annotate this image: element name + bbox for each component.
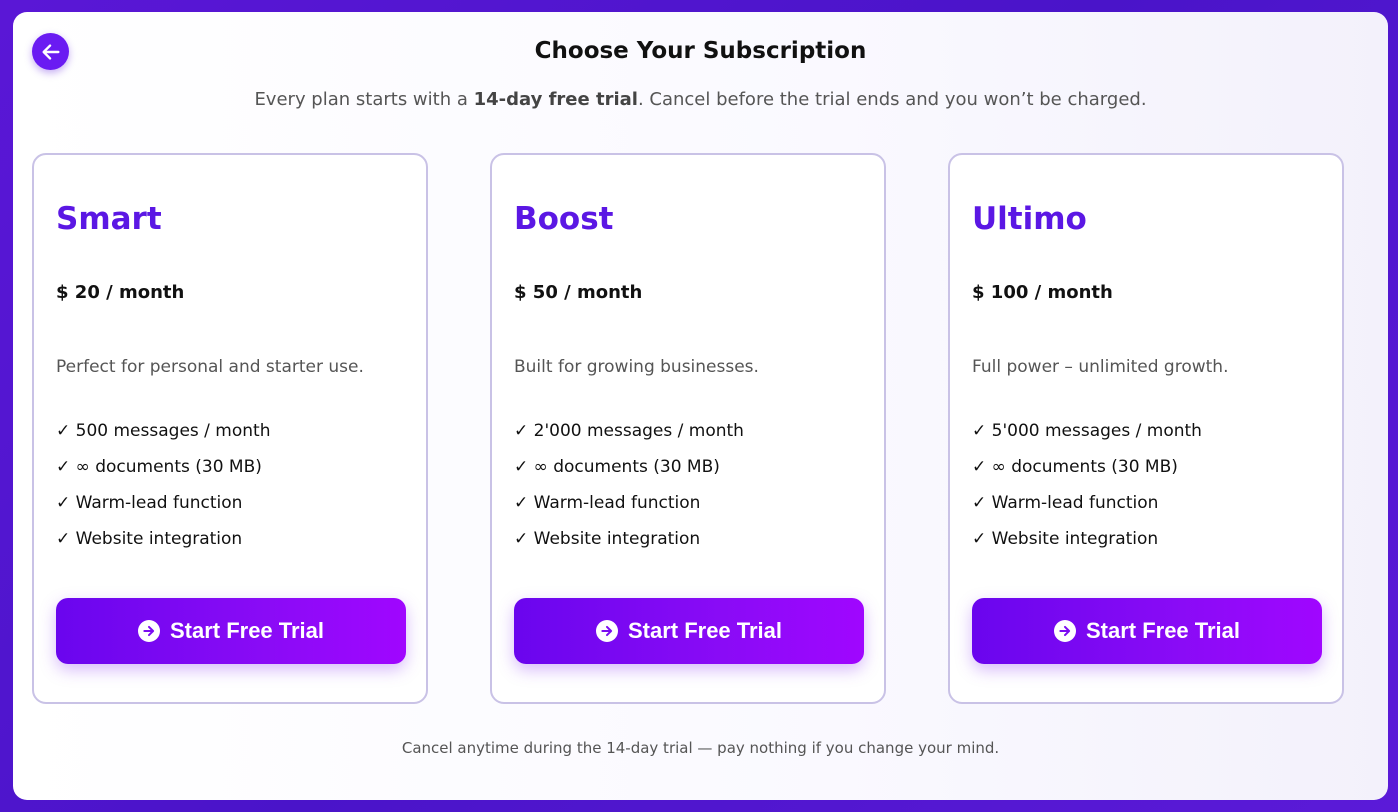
subtitle-text-end: . Cancel before the trial ends and you w… <box>637 89 1147 110</box>
feature-item: ✓ Warm-lead function <box>56 493 243 513</box>
plan-card-ultimo: Ultimo $ 100 / month Full power – unlimi… <box>948 153 1344 704</box>
plan-features: ✓ 500 messages / month ✓ ∞ documents (30… <box>56 420 270 564</box>
plan-description: Perfect for personal and starter use. <box>56 357 364 377</box>
arrow-right-circle-icon <box>595 620 618 642</box>
plan-card-smart: Smart $ 20 / month Perfect for personal … <box>32 153 428 704</box>
plan-description: Built for growing businesses. <box>514 357 759 377</box>
feature-item: ✓ Website integration <box>514 529 701 549</box>
feature-item: ✓ ∞ documents (30 MB) <box>972 457 1178 477</box>
plan-name: Boost <box>514 201 614 237</box>
feature-item: ✓ ∞ documents (30 MB) <box>514 457 720 477</box>
plan-price: $ 50 / month <box>514 282 643 303</box>
plan-features: ✓ 2'000 messages / month ✓ ∞ documents (… <box>514 420 744 564</box>
start-free-trial-button[interactable]: Start Free Trial <box>972 598 1322 664</box>
feature-item: ✓ Warm-lead function <box>972 493 1159 513</box>
feature-item: ✓ 500 messages / month <box>56 421 271 441</box>
cta-label: Start Free Trial <box>169 618 325 643</box>
subtitle-text-start: Every plan starts with a <box>254 89 474 110</box>
cta-label: Start Free Trial <box>627 618 783 643</box>
arrow-right-circle-icon <box>1053 620 1076 642</box>
feature-item: ✓ ∞ documents (30 MB) <box>56 457 262 477</box>
plan-price: $ 100 / month <box>972 282 1113 303</box>
feature-item: ✓ Website integration <box>972 529 1159 549</box>
feature-item: ✓ 2'000 messages / month <box>514 421 744 441</box>
feature-item: ✓ 5'000 messages / month <box>972 421 1202 441</box>
footer-note: Cancel anytime during the 14-day trial —… <box>401 739 1000 757</box>
page-title: Choose Your Subscription <box>534 38 867 64</box>
feature-item: ✓ Website integration <box>56 529 243 549</box>
plan-price: $ 20 / month <box>56 282 185 303</box>
start-free-trial-button[interactable]: Start Free Trial <box>56 598 406 664</box>
plan-features: ✓ 5'000 messages / month ✓ ∞ documents (… <box>972 420 1202 564</box>
subscription-panel: Choose Your Subscription Every plan star… <box>13 12 1388 800</box>
plan-name: Ultimo <box>972 201 1087 237</box>
cta-label: Start Free Trial <box>1085 618 1241 643</box>
feature-item: ✓ Warm-lead function <box>514 493 701 513</box>
plan-card-boost: Boost $ 50 / month Built for growing bus… <box>490 153 886 704</box>
subtitle-trial-highlight: 14-day free trial <box>473 89 638 110</box>
start-free-trial-button[interactable]: Start Free Trial <box>514 598 864 664</box>
plan-name: Smart <box>56 201 162 237</box>
plan-description: Full power – unlimited growth. <box>972 357 1229 377</box>
arrow-right-circle-icon <box>137 620 160 642</box>
page-subtitle: Every plan starts with a 14-day free tri… <box>13 89 1388 110</box>
